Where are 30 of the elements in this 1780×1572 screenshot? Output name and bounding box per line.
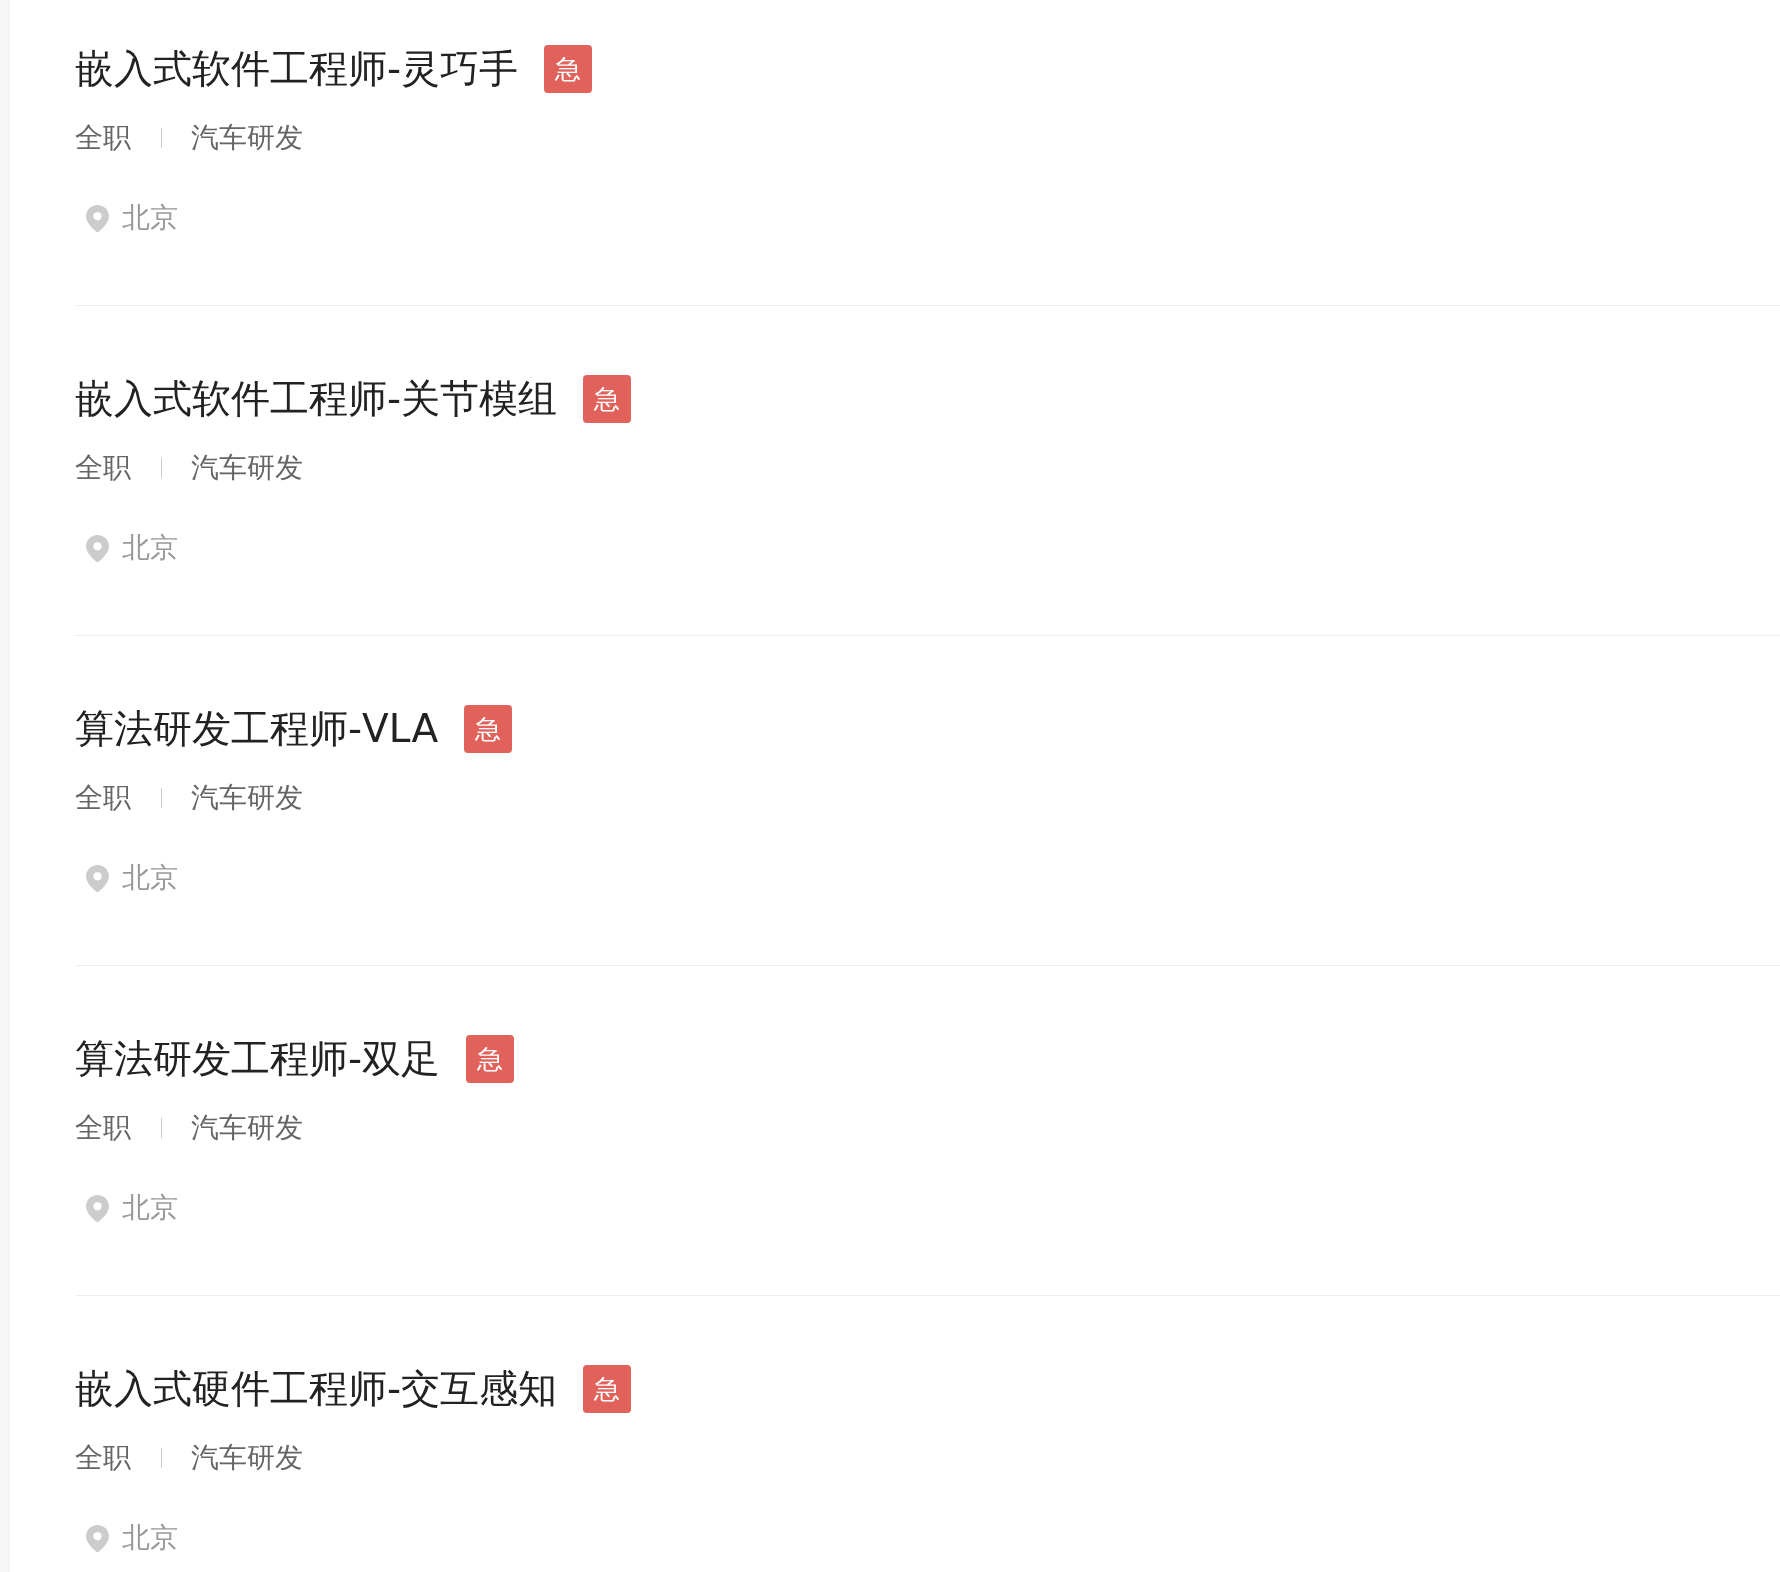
employment-type: 全职	[75, 120, 131, 156]
employment-type: 全职	[75, 1110, 131, 1146]
job-category: 汽车研发	[191, 1440, 303, 1476]
job-title[interactable]: 嵌入式硬件工程师-交互感知	[75, 1365, 558, 1413]
urgent-badge: 急	[583, 1365, 632, 1413]
map-pin-icon	[86, 204, 109, 232]
job-location: 北京	[122, 1520, 178, 1556]
employment-type: 全职	[75, 1440, 131, 1476]
job-location: 北京	[122, 200, 178, 236]
employment-type: 全职	[75, 450, 131, 486]
urgent-badge: 急	[464, 705, 513, 753]
job-title[interactable]: 嵌入式软件工程师-灵巧手	[75, 45, 519, 93]
urgent-badge: 急	[583, 375, 632, 423]
map-pin-icon	[86, 864, 109, 892]
job-title[interactable]: 算法研发工程师-双足	[75, 1035, 441, 1083]
job-category: 汽车研发	[191, 1110, 303, 1146]
map-pin-icon	[86, 534, 109, 562]
job-title[interactable]: 算法研发工程师-VLA	[75, 705, 439, 753]
urgent-badge: 急	[544, 45, 593, 93]
job-category: 汽车研发	[191, 120, 303, 156]
job-location: 北京	[122, 860, 178, 896]
map-pin-icon	[86, 1194, 109, 1222]
job-title[interactable]: 嵌入式软件工程师-关节模组	[75, 375, 558, 423]
urgent-badge: 急	[466, 1035, 515, 1083]
employment-type: 全职	[75, 780, 131, 816]
job-location: 北京	[122, 530, 178, 566]
job-category: 汽车研发	[191, 450, 303, 486]
map-pin-icon	[86, 1524, 109, 1552]
job-location: 北京	[122, 1190, 178, 1226]
job-category: 汽车研发	[191, 780, 303, 816]
